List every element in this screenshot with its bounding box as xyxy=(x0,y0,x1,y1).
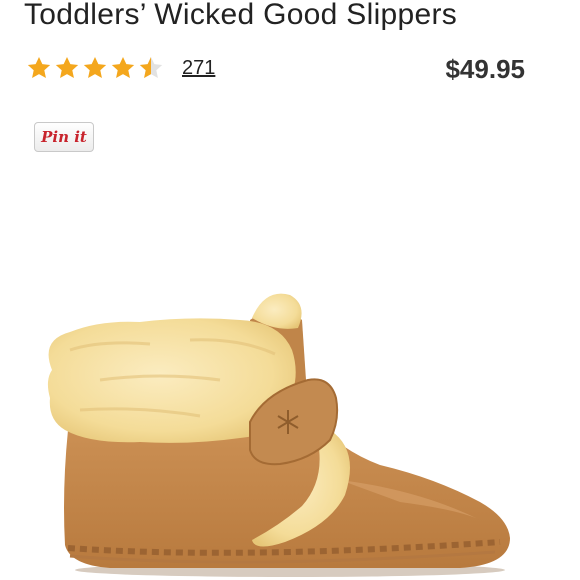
star-icon xyxy=(27,56,51,78)
star-icon xyxy=(111,56,135,78)
product-title: Toddlers’ Wicked Good Slippers xyxy=(24,0,458,31)
star-icon xyxy=(83,56,107,78)
star-rating[interactable] xyxy=(26,55,166,81)
product-price: $49.95 xyxy=(445,54,525,84)
star-icon xyxy=(55,56,79,78)
slipper-image xyxy=(47,293,510,577)
half-star-icon xyxy=(139,56,163,78)
pin-it-button[interactable]: Pin it xyxy=(34,122,94,152)
pin-it-label: Pin it xyxy=(41,128,87,146)
rating-row: 271 xyxy=(26,55,215,81)
review-count-link[interactable]: 271 xyxy=(182,57,215,80)
